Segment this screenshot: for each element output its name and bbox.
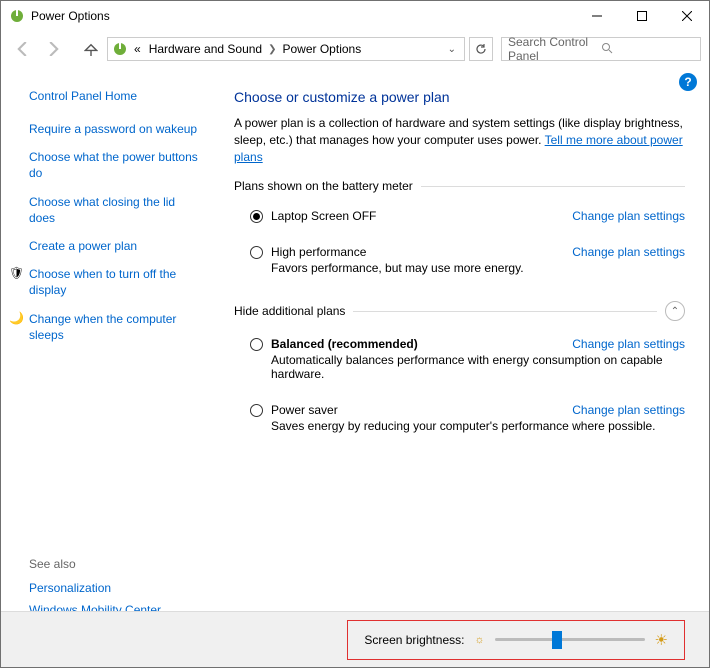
refresh-button[interactable]: [469, 37, 493, 61]
sidebar-link[interactable]: Change when the computer sleeps: [29, 311, 204, 343]
content: Control Panel Home Require a password on…: [1, 67, 709, 611]
plan-title: High performance: [271, 245, 366, 259]
sun-bright-icon: ☀: [655, 631, 668, 649]
plan-title: Balanced (recommended): [271, 337, 418, 351]
address-bar[interactable]: « Hardware and Sound ❯ Power Options ⌄: [107, 37, 465, 61]
radio-laptop-screen-off[interactable]: [250, 210, 263, 223]
breadcrumb-item[interactable]: Hardware and Sound: [145, 42, 266, 56]
power-options-icon: [9, 8, 25, 24]
window-title: Power Options: [31, 9, 574, 23]
sidebar: Control Panel Home Require a password on…: [1, 67, 216, 611]
sidebar-link[interactable]: Require a password on wakeup: [29, 121, 204, 137]
minimize-button[interactable]: [574, 1, 619, 31]
control-panel-home-link[interactable]: Control Panel Home: [29, 89, 204, 103]
address-dropdown[interactable]: ⌄: [442, 44, 462, 55]
breadcrumb-prefix: «: [130, 42, 145, 56]
up-button[interactable]: [77, 35, 105, 63]
sidebar-link[interactable]: Choose when to turn off the display: [29, 266, 204, 298]
change-plan-settings-link[interactable]: Change plan settings: [572, 403, 685, 417]
breadcrumb-item[interactable]: Power Options: [279, 42, 366, 56]
radio-power-saver[interactable]: [250, 404, 263, 417]
sidebar-link[interactable]: Create a power plan: [29, 238, 204, 254]
sidebar-link[interactable]: Choose what closing the lid does: [29, 194, 204, 226]
change-plan-settings-link[interactable]: Change plan settings: [572, 209, 685, 223]
footer: Screen brightness: ☼ ☀: [1, 611, 709, 667]
radio-balanced[interactable]: [250, 338, 263, 351]
collapse-icon[interactable]: ⌃: [665, 301, 685, 321]
plan-subtitle: Automatically balances performance with …: [271, 353, 685, 381]
see-also-link[interactable]: Personalization: [29, 581, 161, 595]
change-plan-settings-link[interactable]: Change plan settings: [572, 337, 685, 351]
plan-row: High performance Change plan settings Fa…: [234, 241, 685, 279]
search-input[interactable]: Search Control Panel: [501, 37, 701, 61]
plan-title: Laptop Screen OFF: [271, 209, 376, 223]
page-description: A power plan is a collection of hardware…: [234, 115, 685, 165]
brightness-slider[interactable]: [495, 638, 645, 641]
main-panel: Choose or customize a power plan A power…: [216, 67, 709, 611]
navbar: « Hardware and Sound ❯ Power Options ⌄ S…: [1, 31, 709, 67]
plan-row: Power saver Change plan settings Saves e…: [234, 399, 685, 437]
close-button[interactable]: [664, 1, 709, 31]
sidebar-link[interactable]: Choose what the power buttons do: [29, 149, 204, 181]
maximize-button[interactable]: [619, 1, 664, 31]
radio-high-performance[interactable]: [250, 246, 263, 259]
plan-subtitle: Favors performance, but may use more ene…: [271, 261, 685, 275]
slider-thumb[interactable]: [552, 631, 562, 649]
chevron-right-icon: ❯: [266, 44, 278, 55]
forward-button[interactable]: [39, 35, 67, 63]
page-heading: Choose or customize a power plan: [234, 89, 685, 105]
titlebar: Power Options: [1, 1, 709, 31]
group-shown-plans: Plans shown on the battery meter: [234, 179, 685, 193]
sun-dim-icon: ☼: [474, 634, 484, 646]
plan-row: Balanced (recommended) Change plan setti…: [234, 333, 685, 385]
see-also-header: See also: [29, 557, 161, 571]
change-plan-settings-link[interactable]: Change plan settings: [572, 245, 685, 259]
shield-icon: 🛡: [9, 266, 23, 280]
search-icon: [601, 42, 694, 57]
brightness-highlight: Screen brightness: ☼ ☀: [347, 620, 685, 660]
power-options-icon: [112, 41, 128, 57]
group-hide-plans: Hide additional plans ⌃: [234, 301, 685, 321]
plan-subtitle: Saves energy by reducing your computer's…: [271, 419, 685, 433]
plan-row: Laptop Screen OFF Change plan settings: [234, 205, 685, 227]
brightness-label: Screen brightness:: [364, 633, 464, 647]
back-button[interactable]: [9, 35, 37, 63]
search-placeholder: Search Control Panel: [508, 35, 601, 63]
moon-icon: 🌙: [9, 311, 23, 325]
plan-title: Power saver: [271, 403, 338, 417]
